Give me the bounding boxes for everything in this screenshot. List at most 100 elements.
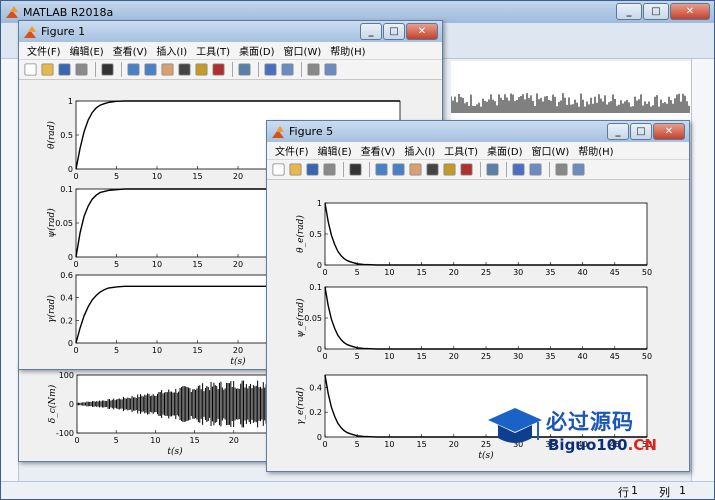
menu-view[interactable]: 查看(V) [361, 143, 396, 158]
save-icon[interactable] [58, 63, 71, 76]
figure-5-titlebar[interactable]: Figure 5 _ □ ✕ [267, 121, 689, 142]
x-tick-label: 20 [229, 436, 239, 445]
menu-edit[interactable]: 编辑(E) [70, 43, 104, 58]
open-folder-icon[interactable] [289, 163, 302, 176]
data-cursor-icon[interactable] [195, 63, 208, 76]
menu-edit[interactable]: 编辑(E) [318, 143, 352, 158]
menu-help[interactable]: 帮助(H) [330, 43, 365, 58]
save-icon[interactable] [306, 163, 319, 176]
brush-icon[interactable] [212, 63, 225, 76]
brush-icon[interactable] [460, 163, 473, 176]
menu-window[interactable]: 窗口(W) [532, 143, 570, 158]
close-button[interactable]: ✕ [670, 3, 710, 20]
x-tick-label: 40 [578, 352, 588, 361]
figure-5-minimize-button[interactable]: _ [607, 123, 629, 140]
status-bar: 行 1 列 1 [1, 481, 714, 499]
figure-5-toolbar [267, 160, 689, 180]
figure-logo-icon [271, 125, 285, 139]
rotate-icon[interactable] [178, 63, 191, 76]
zoom-out-icon[interactable] [392, 163, 405, 176]
y-tick-label: 100 [59, 371, 74, 380]
watermark-line2: Biguo100.CN [548, 436, 657, 454]
zoom-in-icon[interactable] [375, 163, 388, 176]
x-axis-label: t(s) [230, 356, 246, 367]
x-tick-label: 45 [610, 352, 620, 361]
hide-plot-tools-icon[interactable] [307, 63, 320, 76]
y-axis-label: γ(rad) [46, 295, 57, 323]
y-tick: 0.05 [304, 314, 328, 323]
y-tick-label: 0.5 [309, 230, 322, 239]
colorbar-icon[interactable] [264, 63, 277, 76]
status-row-value: 1 [631, 484, 638, 497]
figure-1-maximize-button[interactable]: □ [383, 23, 405, 40]
x-tick-label: 0 [73, 346, 78, 355]
link-icon[interactable] [486, 163, 499, 176]
menu-file[interactable]: 文件(F) [275, 143, 309, 158]
menu-desktop[interactable]: 桌面(D) [487, 143, 523, 158]
figure-logo-icon [23, 25, 37, 39]
data-cursor-icon[interactable] [443, 163, 456, 176]
menu-insert[interactable]: 插入(I) [404, 143, 435, 158]
legend-icon[interactable] [281, 63, 294, 76]
hide-plot-tools-icon[interactable] [555, 163, 568, 176]
matlab-title: MATLAB R2018a [23, 5, 114, 19]
maximize-button[interactable]: □ [643, 3, 669, 20]
x-tick-label: 20 [449, 440, 459, 449]
menu-tools[interactable]: 工具(T) [444, 143, 478, 158]
pointer-icon[interactable] [101, 63, 114, 76]
menu-view[interactable]: 查看(V) [113, 43, 148, 58]
zoom-in-icon[interactable] [127, 63, 140, 76]
y-tick-label: -100 [56, 429, 74, 438]
new-file-icon[interactable] [24, 63, 37, 76]
x-tick-label: 45 [610, 268, 620, 277]
figure-5-maximize-button[interactable]: □ [630, 123, 652, 140]
watermark-tld: .CN [627, 436, 657, 454]
x-tick-label: 30 [513, 352, 523, 361]
menu-insert[interactable]: 插入(I) [156, 43, 187, 58]
show-plot-tools-icon[interactable] [324, 63, 337, 76]
y-tick-label: 0.2 [60, 316, 73, 325]
x-tick-label: 0 [322, 268, 327, 277]
y-tick-label: 0 [68, 339, 73, 348]
figure-1-minimize-button[interactable]: _ [360, 23, 382, 40]
pan-icon[interactable] [161, 63, 174, 76]
new-file-icon[interactable] [272, 163, 285, 176]
figure-1-titlebar[interactable]: Figure 1 _ □ ✕ [19, 21, 442, 42]
y-tick-label: 0 [68, 253, 73, 262]
y-tick-label: 0.05 [304, 314, 322, 323]
show-plot-tools-icon[interactable] [572, 163, 585, 176]
link-icon[interactable] [238, 63, 251, 76]
maximize-icon: □ [389, 26, 399, 37]
toolbar-separator [121, 62, 122, 77]
zoom-out-icon[interactable] [144, 63, 157, 76]
figure-1-menubar: 文件(F) 编辑(E) 查看(V) 插入(I) 工具(T) 桌面(D) 窗口(W… [19, 42, 442, 60]
rotate-icon[interactable] [426, 163, 439, 176]
status-col-value: 1 [679, 484, 686, 497]
print-icon[interactable] [75, 63, 88, 76]
menu-help[interactable]: 帮助(H) [578, 143, 613, 158]
x-tick-label: 5 [114, 172, 119, 181]
x-tick-label: 0 [74, 436, 79, 445]
y-axis-label: δ_c(Nm) [47, 384, 58, 423]
pointer-icon[interactable] [349, 163, 362, 176]
y-tick-label: 0.1 [60, 185, 73, 194]
pan-icon[interactable] [409, 163, 422, 176]
colorbar-icon[interactable] [512, 163, 525, 176]
x-tick-label: 5 [355, 268, 360, 277]
legend-icon[interactable] [529, 163, 542, 176]
minimize-button[interactable]: _ [616, 3, 642, 20]
menu-file[interactable]: 文件(F) [27, 43, 61, 58]
menu-tools[interactable]: 工具(T) [196, 43, 230, 58]
print-icon[interactable] [323, 163, 336, 176]
menu-desktop[interactable]: 桌面(D) [239, 43, 275, 58]
open-folder-icon[interactable] [41, 63, 54, 76]
x-tick-label: 25 [481, 268, 491, 277]
menu-window[interactable]: 窗口(W) [284, 43, 322, 58]
x-tick-label: 5 [355, 440, 360, 449]
figure-5-close-button[interactable]: ✕ [653, 123, 685, 140]
axes-box [324, 202, 648, 266]
figure-1-close-button[interactable]: ✕ [406, 23, 438, 40]
toolbar-separator [95, 62, 96, 77]
x-tick-label: 15 [192, 346, 202, 355]
y-tick-label: 1 [317, 199, 322, 208]
